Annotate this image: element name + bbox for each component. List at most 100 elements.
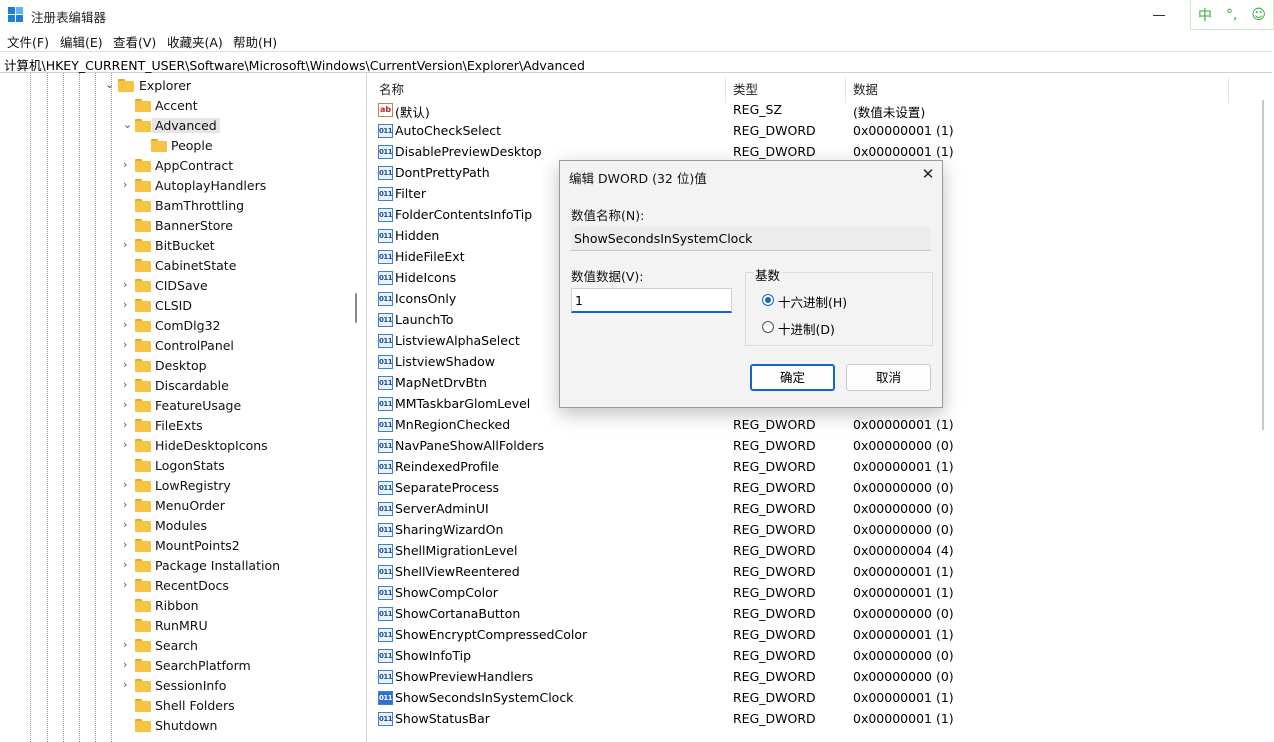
value-row[interactable]: 011 ShowCortanaButton REG_DWORD 0x00000000 … (372, 604, 1272, 625)
tree-item-explorer[interactable]: ⌄ Explorer (0, 76, 340, 96)
chevron-right-icon[interactable]: › (123, 558, 133, 572)
menu-file[interactable]: 文件(F) (7, 32, 49, 51)
chevron-right-icon[interactable]: › (123, 498, 133, 512)
dec-radio[interactable] (762, 321, 774, 333)
value-row[interactable]: 011 MnRegionChecked REG_DWORD 0x00000001 (1… (372, 415, 1272, 436)
value-row[interactable]: 011 SharingWizardOn REG_DWORD 0x00000000 (0… (372, 520, 1272, 541)
menu-view[interactable]: 查看(V) (113, 32, 156, 51)
tree-item-fileexts[interactable]: › FileExts (0, 416, 340, 436)
tree-item-sessioninfo[interactable]: › SessionInfo (0, 676, 340, 696)
tree-item-cabinetstate[interactable]: CabinetState (0, 256, 340, 276)
chevron-right-icon[interactable]: › (123, 238, 133, 252)
tree-item-appcontract[interactable]: › AppContract (0, 156, 340, 176)
ime-emoji-icon[interactable]: ☺ (1251, 7, 1266, 23)
list-scrollbar-track[interactable] (1262, 100, 1264, 430)
tree-scrollbar-thumb[interactable] (355, 293, 357, 323)
tree-item-hidedesktopicons[interactable]: › HideDesktopIcons (0, 436, 340, 456)
key-tree-pane[interactable]: ⌄ Explorer Accent ⌄ Advanced People › AppCont… (0, 73, 367, 742)
tree-item-shutdown[interactable]: Shutdown (0, 716, 340, 736)
value-row[interactable]: 011 ShowCompColor REG_DWORD 0x00000001 (1) (372, 583, 1272, 604)
tree-item-logonstats[interactable]: LogonStats (0, 456, 340, 476)
tree-item-package-installation[interactable]: › Package Installation (0, 556, 340, 576)
value-row[interactable]: ab (默认) REG_SZ (数值未设置) (372, 100, 1272, 121)
tree-item-cidsave[interactable]: › CIDSave (0, 276, 340, 296)
ime-chinese-mode-icon[interactable]: 中 (1198, 5, 1212, 25)
tree-item-comdlg32[interactable]: › ComDlg32 (0, 316, 340, 336)
chevron-right-icon[interactable]: › (123, 278, 133, 292)
column-header-type[interactable]: 类型 (733, 79, 758, 98)
tree-item-discardable[interactable]: › Discardable (0, 376, 340, 396)
ime-punctuation-icon[interactable]: °, (1226, 7, 1237, 23)
chevron-right-icon[interactable]: › (123, 298, 133, 312)
chevron-right-icon[interactable]: › (123, 158, 133, 172)
tree-item-search[interactable]: › Search (0, 636, 340, 656)
chevron-right-icon[interactable]: › (123, 518, 133, 532)
tree-item-mountpoints2[interactable]: › MountPoints2 (0, 536, 340, 556)
tree-item-lowregistry[interactable]: › LowRegistry (0, 476, 340, 496)
tree-item-accent[interactable]: Accent (0, 96, 340, 116)
tree-item-featureusage[interactable]: › FeatureUsage (0, 396, 340, 416)
tree-item-bitbucket[interactable]: › BitBucket (0, 236, 340, 256)
tree-item-clsid[interactable]: › CLSID (0, 296, 340, 316)
tree-item-advanced[interactable]: ⌄ Advanced (0, 116, 340, 136)
chevron-right-icon[interactable]: › (123, 318, 133, 332)
dec-radio-label[interactable]: 十进制(D) (778, 319, 835, 338)
value-row[interactable]: 011 SeparateProcess REG_DWORD 0x00000000 (0… (372, 478, 1272, 499)
value-row[interactable]: 011 ShellMigrationLevel REG_DWORD 0x0000000… (372, 541, 1272, 562)
chevron-right-icon[interactable]: › (123, 178, 133, 192)
minimize-icon[interactable] (1153, 6, 1167, 20)
tree-item-modules[interactable]: › Modules (0, 516, 340, 536)
chevron-right-icon[interactable]: › (123, 538, 133, 552)
value-row[interactable]: 011 ShowSecondsInSystemClock REG_DWORD 0x00… (372, 688, 1272, 709)
chevron-right-icon[interactable]: › (123, 338, 133, 352)
close-icon[interactable]: ✕ (920, 166, 936, 182)
value-row[interactable]: 011 ShellViewReentered REG_DWORD 0x00000001… (372, 562, 1272, 583)
chevron-right-icon[interactable]: › (123, 398, 133, 412)
chevron-right-icon[interactable]: › (123, 578, 133, 592)
cancel-button[interactable]: 取消 (846, 364, 931, 391)
value-row[interactable]: 011 AutoCheckSelect REG_DWORD 0x00000001 (1… (372, 121, 1272, 142)
chevron-down-icon[interactable]: ⌄ (123, 118, 133, 132)
ok-button[interactable]: 确定 (750, 364, 835, 391)
hex-radio-label[interactable]: 十六进制(H) (778, 292, 847, 311)
tree-item-searchplatform[interactable]: › SearchPlatform (0, 656, 340, 676)
value-row[interactable]: 011 NavPaneShowAllFolders REG_DWORD 0x00000… (372, 436, 1272, 457)
address-bar[interactable]: 计算机\HKEY_CURRENT_USER\Software\Microsoft… (0, 51, 1272, 73)
value-data-input[interactable] (571, 288, 732, 313)
value-row[interactable]: 011 ServerAdminUI REG_DWORD 0x00000000 (0) (372, 499, 1272, 520)
value-row[interactable]: 011 ShowEncryptCompressedColor REG_DWORD 0x… (372, 625, 1272, 646)
tree-item-shell-folders[interactable]: Shell Folders (0, 696, 340, 716)
value-row[interactable]: 011 ShowPreviewHandlers REG_DWORD 0x0000000… (372, 667, 1272, 688)
tree-item-recentdocs[interactable]: › RecentDocs (0, 576, 340, 596)
value-row[interactable]: 011 ReindexedProfile REG_DWORD 0x00000001 (… (372, 457, 1272, 478)
hex-radio[interactable] (762, 294, 774, 306)
chevron-right-icon[interactable]: › (123, 438, 133, 452)
tree-item-ribbon[interactable]: Ribbon (0, 596, 340, 616)
tree-item-runmru[interactable]: RunMRU (0, 616, 340, 636)
chevron-right-icon[interactable]: › (123, 658, 133, 672)
chevron-right-icon[interactable]: › (123, 358, 133, 372)
chevron-right-icon[interactable]: › (123, 638, 133, 652)
chevron-right-icon[interactable]: › (123, 678, 133, 692)
chevron-down-icon[interactable]: ⌄ (105, 78, 115, 92)
value-name: ShowEncryptCompressedColor (395, 627, 588, 642)
menu-favorites[interactable]: 收藏夹(A) (167, 32, 223, 51)
tree-item-controlpanel[interactable]: › ControlPanel (0, 336, 340, 356)
column-header-data[interactable]: 数据 (853, 79, 878, 98)
tree-item-menuorder[interactable]: › MenuOrder (0, 496, 340, 516)
chevron-right-icon[interactable]: › (123, 378, 133, 392)
chevron-right-icon[interactable]: › (123, 478, 133, 492)
menu-help[interactable]: 帮助(H) (233, 32, 277, 51)
tree-item-desktop[interactable]: › Desktop (0, 356, 340, 376)
tree-item-autoplayhandlers[interactable]: › AutoplayHandlers (0, 176, 340, 196)
tree-item-bamthrottling[interactable]: BamThrottling (0, 196, 340, 216)
tree-item-bannerstore[interactable]: BannerStore (0, 216, 340, 236)
value-row[interactable]: 011 ShowInfoTip REG_DWORD 0x00000000 (0) (372, 646, 1272, 667)
column-header-name[interactable]: 名称 (379, 79, 404, 98)
address-path[interactable]: 计算机\HKEY_CURRENT_USER\Software\Microsoft… (4, 55, 585, 74)
value-row[interactable]: 011 ShowStatusBar REG_DWORD 0x00000001 (1) (372, 709, 1272, 730)
tree-item-people[interactable]: People (0, 136, 340, 156)
menu-edit[interactable]: 编辑(E) (60, 32, 103, 51)
chevron-right-icon[interactable]: › (123, 418, 133, 432)
ime-toolbar[interactable]: 中 °, ☺ (1190, 0, 1274, 30)
